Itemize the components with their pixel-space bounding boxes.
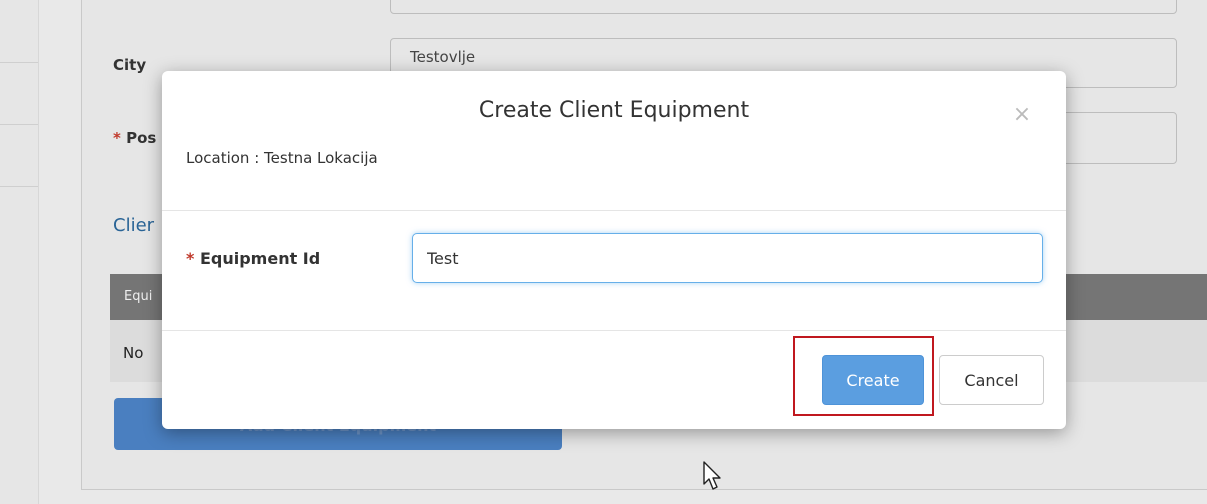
modal-header: Create Client Equipment × Location : Tes… (162, 71, 1066, 211)
city-label: City (113, 56, 147, 74)
mouse-cursor-icon (703, 461, 721, 490)
modal-title: Create Client Equipment (478, 98, 750, 123)
postal-label-text: Pos (126, 129, 157, 147)
postal-label: * Pos (113, 129, 156, 147)
city-value: Testovlje (410, 48, 476, 66)
modal-body: * Equipment Id (162, 210, 1066, 331)
equipment-id-label: * Equipment Id (186, 249, 320, 268)
equipment-id-label-text: Equipment Id (199, 249, 321, 268)
required-mark: * (113, 129, 121, 147)
create-button[interactable]: Create (822, 355, 924, 405)
modal-footer: Create Cancel (162, 331, 1066, 429)
strip-divider (0, 124, 38, 125)
equipment-id-input[interactable] (412, 233, 1043, 283)
close-icon[interactable]: × (1008, 101, 1036, 129)
required-mark: * (186, 249, 195, 268)
strip-divider (0, 62, 38, 63)
left-strip (0, 0, 39, 504)
create-equipment-modal: Create Client Equipment × Location : Tes… (162, 71, 1066, 429)
cancel-button[interactable]: Cancel (939, 355, 1044, 405)
section-title: Clier (113, 215, 155, 236)
location-text: Location : Testna Lokacija (186, 149, 378, 167)
background-top-input[interactable] (390, 0, 1177, 14)
strip-divider (0, 186, 38, 187)
